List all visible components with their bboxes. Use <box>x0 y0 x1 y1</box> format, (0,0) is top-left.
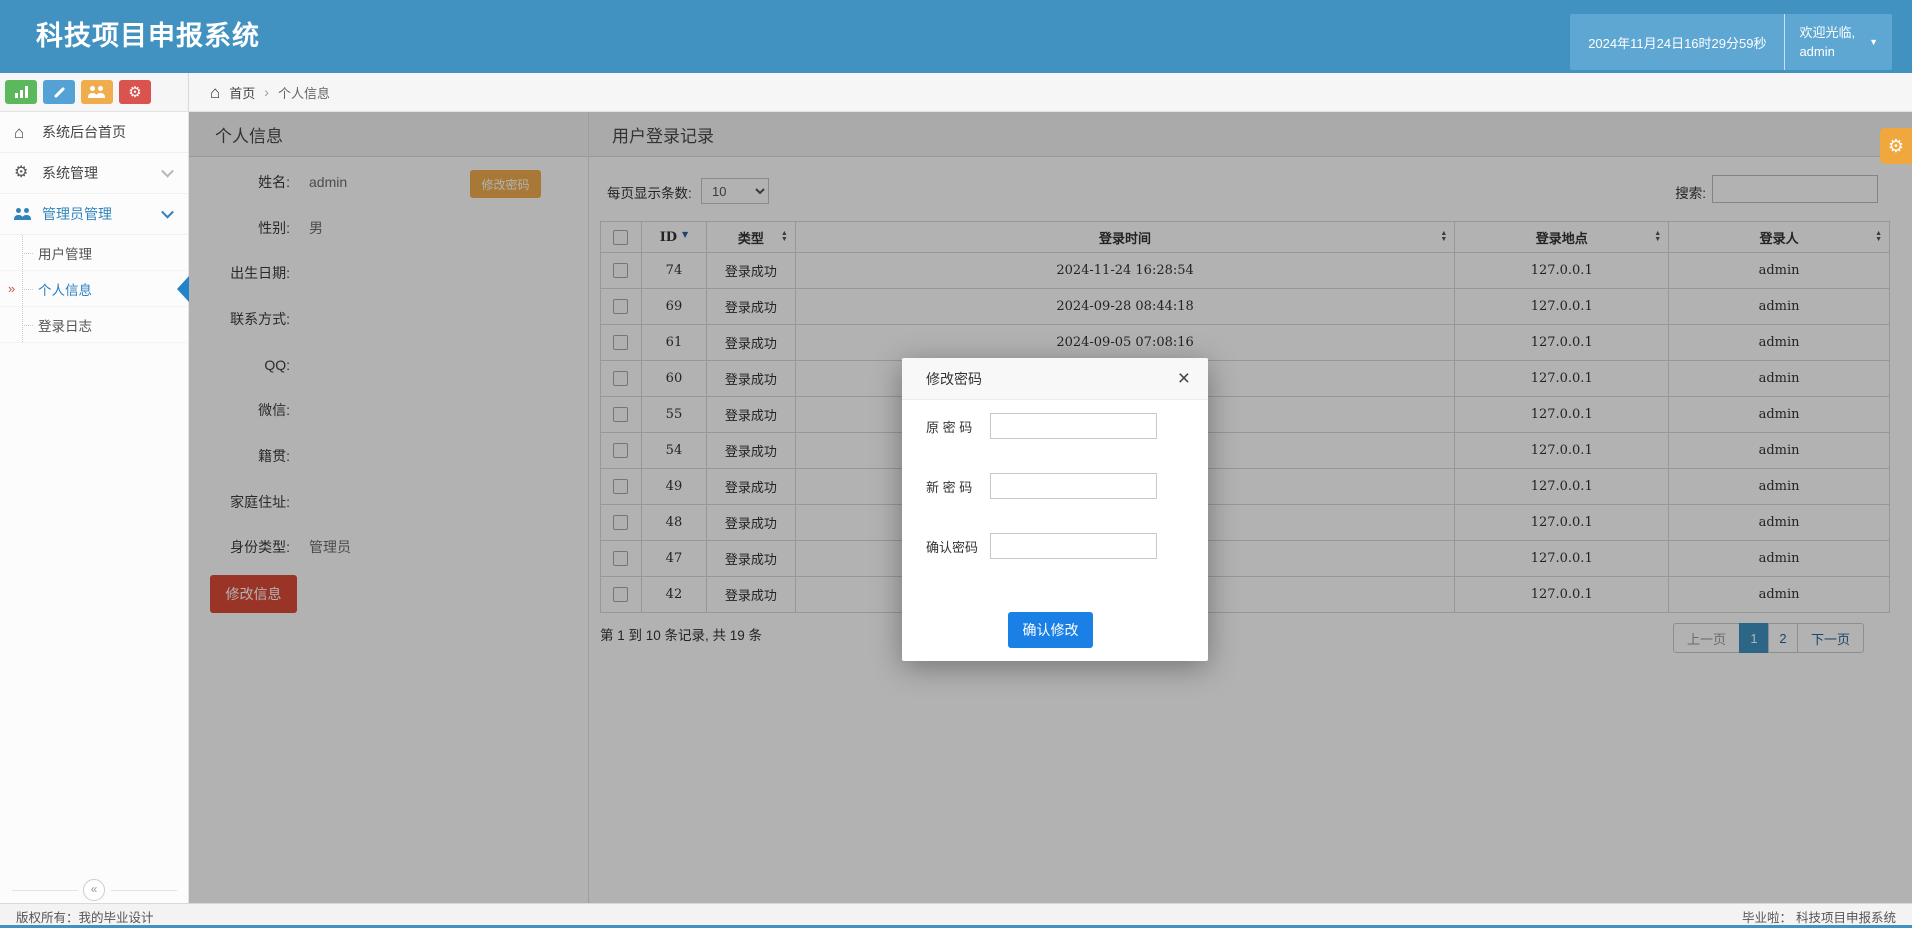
old-password-label: 原 密 码 <box>926 417 984 436</box>
modal-title: 修改密码 <box>926 369 982 389</box>
sidebar-item-label: 系统后台首页 <box>42 122 126 142</box>
breadcrumb-home[interactable]: 首页 <box>229 83 255 102</box>
quick-actions: ⚙ <box>0 73 189 111</box>
breadcrumb: ⌂ 首页 › 个人信息 <box>189 73 330 111</box>
sidebar-item-admin[interactable]: 管理员管理 <box>0 194 188 235</box>
sidebar: ⌂ 系统后台首页 ⚙ 系统管理 管理员管理 用户管理 » 个人信息 登录日志 « <box>0 112 189 903</box>
app-title: 科技项目申报系统 <box>36 0 260 73</box>
sidebar-item-label: 系统管理 <box>42 163 98 183</box>
sidebar-subitem-label: 用户管理 <box>38 243 92 263</box>
toolbar-row: ⚙ ⌂ 首页 › 个人信息 <box>0 73 1912 112</box>
breadcrumb-separator: › <box>264 84 269 100</box>
sidebar-collapse: « <box>0 879 189 901</box>
settings-tab[interactable]: ⚙ <box>1880 128 1912 164</box>
new-password-input[interactable] <box>990 473 1157 499</box>
gear-icon: ⚙ <box>1888 137 1904 155</box>
sidebar-subitem-label: 登录日志 <box>38 315 92 335</box>
toolbar-settings-button[interactable]: ⚙ <box>119 80 151 104</box>
modal-field-row: 确认密码 <box>926 533 1184 559</box>
old-password-input[interactable] <box>990 413 1157 439</box>
gears-icon: ⚙ <box>128 85 141 100</box>
toolbar-chart-button[interactable] <box>5 80 37 104</box>
chevron-down-icon <box>161 206 174 219</box>
sidebar-item-label: 管理员管理 <box>42 204 112 224</box>
modal-close-button[interactable]: × <box>1174 364 1194 393</box>
sidebar-item-dashboard[interactable]: ⌂ 系统后台首页 <box>0 112 188 153</box>
chevron-down-icon <box>161 165 174 178</box>
pencil-icon <box>53 86 64 97</box>
toolbar-users-button[interactable] <box>81 80 113 104</box>
collapse-button[interactable]: « <box>83 879 105 901</box>
modal-field-row: 新 密 码 <box>926 473 1184 499</box>
welcome-text: 欢迎光临, <box>1799 23 1855 42</box>
content-area: 个人信息 修改密码 姓名: admin 性别: 男 出生日期: 联系方式: QQ… <box>189 112 1912 903</box>
footer-copyright: 版权所有：我的毕业设计 <box>16 907 154 926</box>
confirm-password-label: 确认密码 <box>926 537 984 556</box>
users-icon <box>14 208 33 220</box>
username: admin <box>1799 42 1855 61</box>
breadcrumb-current: 个人信息 <box>278 83 330 102</box>
footer-right-text: 毕业啦： 科技项目申报系统 <box>1742 907 1896 926</box>
active-arrow-icon: » <box>8 281 15 296</box>
confirm-change-button[interactable]: 确认修改 <box>1008 612 1093 648</box>
users-icon <box>88 86 107 98</box>
modal-field-row: 原 密 码 <box>926 413 1184 439</box>
chevron-down-icon: ▼ <box>1869 37 1878 47</box>
new-password-label: 新 密 码 <box>926 477 984 496</box>
sidebar-subitem-loginlog[interactable]: 登录日志 <box>0 307 188 343</box>
datetime-display: 2024年11月24日16时29分59秒 <box>1570 14 1784 70</box>
sidebar-subitem-users[interactable]: 用户管理 <box>0 235 188 271</box>
sidebar-subitem-profile[interactable]: » 个人信息 <box>0 271 188 307</box>
sidebar-item-system[interactable]: ⚙ 系统管理 <box>0 153 188 194</box>
chart-icon <box>15 86 28 98</box>
modal-header: 修改密码 <box>902 358 1208 400</box>
toolbar-edit-button[interactable] <box>43 80 75 104</box>
footer: 版权所有：我的毕业设计 毕业啦： 科技项目申报系统 <box>0 903 1912 928</box>
confirm-password-input[interactable] <box>990 533 1157 559</box>
user-menu[interactable]: 2024年11月24日16时29分59秒 欢迎光临, admin ▼ <box>1570 14 1892 70</box>
gears-icon: ⚙ <box>14 165 28 181</box>
top-header: 科技项目申报系统 2024年11月24日16时29分59秒 欢迎光临, admi… <box>0 0 1912 73</box>
home-icon: ⌂ <box>210 84 220 101</box>
sidebar-subitem-label: 个人信息 <box>38 279 92 299</box>
password-modal: 修改密码 × 原 密 码 新 密 码 确认密码 确认修改 <box>902 358 1208 661</box>
active-marker <box>177 276 189 302</box>
home-icon: ⌂ <box>14 124 24 141</box>
